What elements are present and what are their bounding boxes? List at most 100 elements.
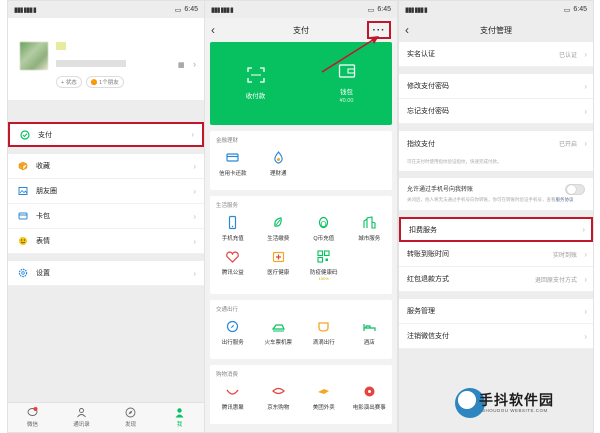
service-section-life: 生活服务 手机充值 生活缴费 Q币充值 城市服务 腾讯公益 医疗健康 防疫健康码… xyxy=(210,196,392,294)
service-travel[interactable]: 出行服务 xyxy=(210,319,256,346)
menu-item-stickers[interactable]: 表情 › xyxy=(8,229,204,254)
service-label: Q币充值 xyxy=(313,236,335,242)
meituan-icon xyxy=(316,384,331,399)
service-credit-card[interactable]: 信用卡还款 xyxy=(210,150,256,177)
service-jd[interactable]: 京东购物 xyxy=(256,384,302,411)
row-change-password[interactable]: 修改支付密码 › xyxy=(399,74,593,99)
pay-icon xyxy=(20,129,30,140)
service-label: 生活缴费 xyxy=(267,236,290,242)
sticker-icon xyxy=(18,236,28,246)
back-arrow-icon[interactable]: ‹ xyxy=(405,23,409,37)
menu-label: 设置 xyxy=(36,270,50,277)
row-value: 退回原支付方式 xyxy=(534,277,577,284)
row-transfer-time[interactable]: 转账到账时间 实时到账 › xyxy=(399,242,593,268)
service-utilities[interactable]: 生活缴费 xyxy=(256,215,302,242)
menu-label: 收藏 xyxy=(36,163,50,170)
row-label: 注销微信支付 xyxy=(407,333,449,341)
row-forgot-password[interactable]: 忘记支付密码 › xyxy=(399,99,593,124)
tab-me[interactable]: 我 xyxy=(155,403,204,432)
row-value: 已开启 xyxy=(558,142,577,148)
utilities-leaf-icon xyxy=(271,215,286,230)
chevron-right-icon: › xyxy=(193,211,196,221)
service-hotel[interactable]: 酒店 xyxy=(347,319,393,346)
service-phone-topup[interactable]: 手机充值 xyxy=(210,215,256,242)
qq-penguin-icon xyxy=(316,215,331,230)
service-label: 手机充值 xyxy=(221,236,244,242)
status-tag[interactable]: + 状态 xyxy=(56,76,82,88)
battery-icon: ▭ xyxy=(367,6,375,14)
service-agreement-link[interactable]: 服务协议 xyxy=(556,197,574,202)
service-movies[interactable]: 电影演出赛事 xyxy=(347,384,393,411)
scan-code-icon xyxy=(246,67,265,83)
manage-top-bar: ‹ 支付管理 xyxy=(399,18,593,42)
row-fingerprint-pay[interactable]: 指纹支付 已开启 › xyxy=(399,131,593,156)
phone-icon xyxy=(225,215,240,230)
toggle-label: 允许通过手机号向我转账 xyxy=(407,187,474,194)
hotel-bed-icon xyxy=(362,319,377,334)
row-service-management[interactable]: 服务管理 › xyxy=(399,299,593,325)
tab-label: 通讯录 xyxy=(73,422,90,428)
service-licaitong[interactable]: 理财通 xyxy=(256,150,302,177)
settings-group-service: 服务管理 › 注销微信支付 › xyxy=(399,299,593,350)
menu-item-cards[interactable]: 卡包 › xyxy=(8,204,204,229)
menu-label: 支付 xyxy=(38,131,52,139)
wallet-button[interactable]: 钱包 ¥0.00 xyxy=(301,42,392,125)
qr-code-icon[interactable]: ▦ xyxy=(178,61,185,69)
status-bar: ▮▮▮ ▮▮▮ ▮ ▭ 6:45 xyxy=(205,1,397,18)
service-city[interactable]: 城市服务 xyxy=(347,215,393,242)
profile-card[interactable]: ▦ › + 状态 🟠 1个朋友 xyxy=(8,18,204,100)
status-time: 6:45 xyxy=(184,6,198,13)
menu-item-pay[interactable]: 支付 › xyxy=(8,122,204,147)
service-label: 火车票机票 xyxy=(264,340,292,346)
service-label: 医疗健康 xyxy=(267,270,290,276)
pay-management-screen: ▮▮▮ ▮▮▮ ▮ ▭ 6:45 ‹ 支付管理 实名认证 已认证 › 修改支付密码… xyxy=(398,0,594,433)
more-options-button[interactable]: ··· xyxy=(367,21,391,39)
service-train-flight[interactable]: 火车票机票 xyxy=(256,319,302,346)
service-label: 滴滴出行 xyxy=(312,340,335,346)
toggle-knob xyxy=(567,185,576,195)
row-deduction-services[interactable]: 扣费服务 › xyxy=(399,217,593,243)
menu-item-settings[interactable]: 设置 › xyxy=(8,261,204,286)
signal-icon: ▮▮▮ ▮▮▮ ▮ xyxy=(211,6,234,14)
service-health[interactable]: 医疗健康 xyxy=(256,249,302,281)
settings-group-identity: 实名认证 已认证 › xyxy=(399,42,593,67)
service-qcoin[interactable]: Q币充值 xyxy=(301,215,347,242)
menu-item-moments[interactable]: 朋友圈 › xyxy=(8,179,204,204)
tab-chats[interactable]: 微信 xyxy=(8,403,57,432)
receive-pay-label: 收付款 xyxy=(245,93,266,100)
toggle-desc-text: 关闭后，他人将无法通过手机号向你转账，你可在转账时验证手机号，查看 xyxy=(407,197,556,203)
chat-icon xyxy=(27,407,38,416)
travel-compass-icon xyxy=(225,319,240,334)
profile-wechat-id xyxy=(56,60,126,67)
service-health-code[interactable]: 防疫健康码 100% xyxy=(301,249,347,281)
charity-heart-icon xyxy=(225,249,240,264)
service-didi[interactable]: 滴滴出行 xyxy=(301,319,347,346)
menu-item-favorites[interactable]: 收藏 › xyxy=(8,154,204,179)
back-arrow-icon[interactable]: ‹ xyxy=(211,23,215,37)
me-icon xyxy=(175,408,184,418)
service-charity[interactable]: 腾讯公益 xyxy=(210,249,256,281)
service-tencent-deals[interactable]: 腾讯惠聚 xyxy=(210,384,256,411)
watermark-logo: 手抖软件园 SHOUDOU WEBSITE.COM xyxy=(455,386,555,422)
service-meituan[interactable]: 美团外卖 xyxy=(301,384,347,411)
me-menu: 支付 › 收藏 › 朋友圈 › 卡包 › 表情 › 设置 › xyxy=(8,122,204,286)
row-real-name[interactable]: 实名认证 已认证 › xyxy=(399,42,593,67)
service-label: 美团外卖 xyxy=(312,405,335,411)
tab-discover[interactable]: 发现 xyxy=(106,403,155,432)
settings-icon xyxy=(18,268,28,278)
watermark-subtext: SHOUDOU WEBSITE.COM xyxy=(482,408,548,413)
row-red-packet-refund[interactable]: 红包退款方式 退回原支付方式 › xyxy=(399,267,593,293)
friends-tag[interactable]: 🟠 1个朋友 xyxy=(85,76,124,88)
avatar[interactable] xyxy=(20,42,48,70)
phone-transfer-toggle[interactable] xyxy=(565,184,585,196)
battery-icon: ▭ xyxy=(563,6,571,14)
status-bar: ▮▮▮ ▮▮▮ ▮ ▭ 6:45 xyxy=(8,1,204,18)
compass-icon xyxy=(125,407,136,418)
receive-pay-button[interactable]: 收付款 xyxy=(210,42,301,125)
menu-label: 卡包 xyxy=(36,213,50,220)
tab-contacts[interactable]: 通讯录 xyxy=(57,403,106,432)
row-close-wechat-pay[interactable]: 注销微信支付 › xyxy=(399,324,593,350)
chevron-right-icon: › xyxy=(193,268,196,278)
battery-icon: ▭ xyxy=(174,6,182,14)
chevron-right-icon: › xyxy=(191,130,194,139)
